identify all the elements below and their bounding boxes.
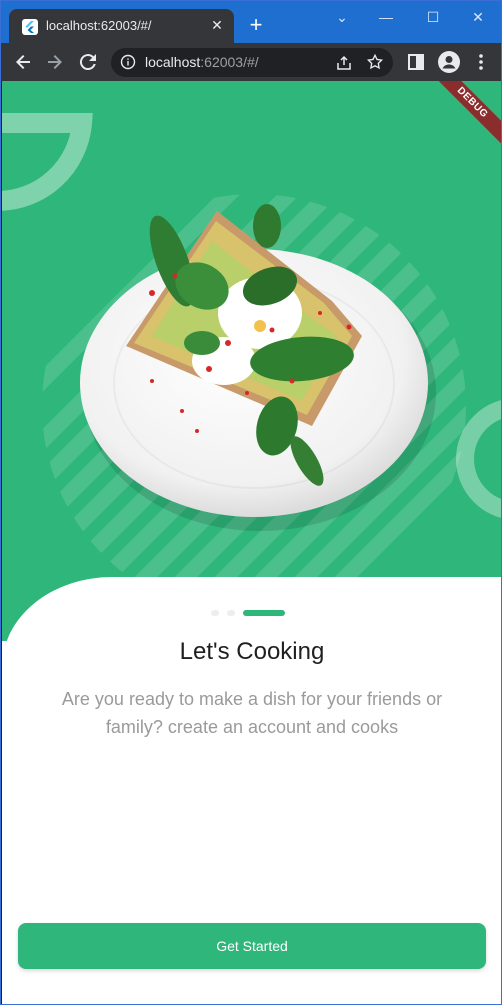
bookmark-star-icon[interactable] <box>366 53 384 76</box>
decor-ring-right <box>456 400 501 518</box>
flutter-icon <box>22 19 38 35</box>
indicator-dot[interactable] <box>211 610 219 616</box>
get-started-button[interactable]: Get Started <box>18 923 486 969</box>
tab-title: localhost:62003/#/ <box>46 18 152 33</box>
browser-tab[interactable]: localhost:62003/#/ ✕ <box>9 9 234 43</box>
browser-toolbar: localhost:62003/#/ <box>1 43 501 81</box>
indicator-dot-active[interactable] <box>243 610 285 616</box>
maximize-button[interactable]: ☐ <box>418 5 448 29</box>
page-subtitle: Are you ready to make a dish for your fr… <box>61 689 443 737</box>
tab-close-icon[interactable]: ✕ <box>209 17 225 33</box>
share-icon[interactable] <box>335 54 353 77</box>
title-bar: localhost:62003/#/ ✕ + ⌄ — ☐ ✕ <box>1 1 501 43</box>
back-arrow-icon[interactable] <box>11 50 35 74</box>
reload-icon[interactable] <box>76 50 100 74</box>
minimize-button[interactable]: — <box>371 5 401 29</box>
address-bar[interactable]: localhost:62003/#/ <box>111 48 393 77</box>
chevron-down-icon[interactable]: ⌄ <box>327 5 357 29</box>
hero-decoration <box>2 113 501 607</box>
app-page: DEBUG Let's Cooking Are you ready to mak… <box>2 81 501 1004</box>
url-path: :62003/#/ <box>200 54 259 70</box>
close-window-button[interactable]: ✕ <box>463 5 493 29</box>
browser-window: localhost:62003/#/ ✕ + ⌄ — ☐ ✕ localhost… <box>0 0 502 1005</box>
page-title: Let's Cooking <box>179 638 325 665</box>
decor-arc-topleft <box>2 113 93 211</box>
url-host: localhost <box>145 54 201 70</box>
profile-avatar[interactable] <box>438 51 460 73</box>
site-info-icon[interactable] <box>120 54 136 70</box>
more-menu-icon[interactable] <box>469 50 493 74</box>
side-panel-icon[interactable] <box>404 50 428 74</box>
indicator-dot[interactable] <box>227 610 235 616</box>
forward-arrow-icon[interactable] <box>43 50 67 74</box>
new-tab-button[interactable]: + <box>246 14 266 36</box>
url-text: localhost:62003/#/ <box>145 54 259 70</box>
hero-banner: DEBUG <box>2 81 501 641</box>
